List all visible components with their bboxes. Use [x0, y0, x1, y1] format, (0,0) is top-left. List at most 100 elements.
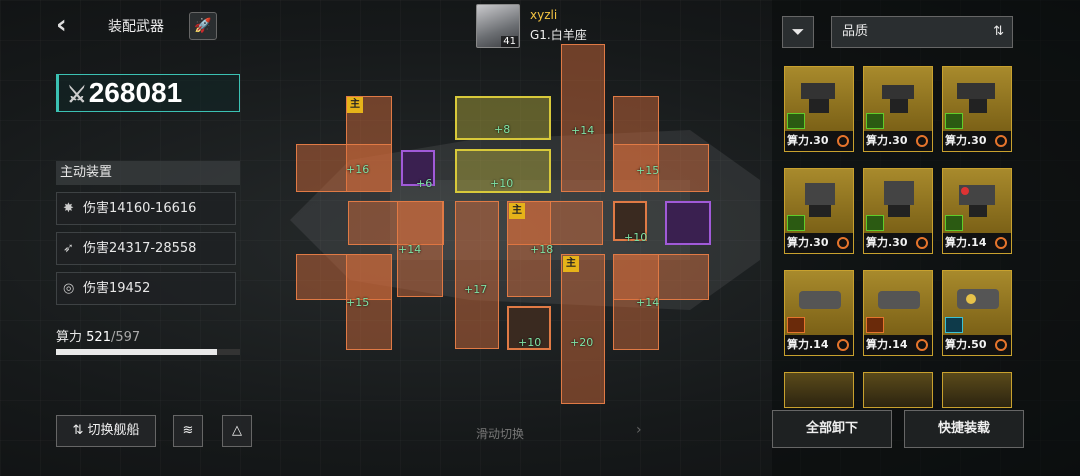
- player-rank: G1.白羊座: [530, 28, 587, 42]
- grade-icon: [866, 317, 884, 333]
- weapon-image: [791, 75, 849, 117]
- slot-bonus: +16: [346, 163, 370, 176]
- fleet-button[interactable]: △: [222, 415, 252, 447]
- player-level: 41: [501, 36, 518, 47]
- wave-icon: ≋: [182, 423, 194, 438]
- stat-text: 伤害24317-28558: [83, 241, 197, 256]
- switch-ship-button[interactable]: ⇅ 切换舰船: [56, 415, 156, 447]
- slot-bonus: +15: [346, 296, 370, 309]
- gear-icon: [995, 339, 1007, 351]
- grade-icon: [866, 113, 884, 129]
- weapon-slot[interactable]: [296, 144, 392, 192]
- weapon-slot[interactable]: [455, 201, 499, 349]
- gear-icon: [837, 237, 849, 249]
- inventory-card[interactable]: 算力.14: [942, 168, 1012, 254]
- slot-bonus: +6: [416, 177, 433, 190]
- inventory-card[interactable]: 算力.30: [863, 168, 933, 254]
- grade-icon: [945, 113, 963, 129]
- sort-select[interactable]: 品质 ⇅: [831, 16, 1013, 48]
- weapon-image: [949, 75, 1007, 117]
- slot-bonus: +10: [518, 336, 542, 349]
- triangle-icon: △: [232, 423, 242, 438]
- slot-bonus: +15: [636, 164, 660, 177]
- sort-toggle-icon: ⇅: [993, 24, 1004, 39]
- weapon-slot[interactable]: [613, 144, 709, 192]
- slot-bonus: +14: [571, 124, 595, 137]
- weapon-image: [949, 279, 1007, 321]
- capacity-label: 算力 521/597: [56, 330, 141, 345]
- slot-bonus: +8: [494, 123, 511, 136]
- module-slot[interactable]: [665, 201, 711, 245]
- rocket-icon: 🚀: [194, 18, 212, 34]
- grade-icon: [787, 317, 805, 333]
- player-name: xyzli: [530, 8, 558, 22]
- slot-bonus: +10: [490, 177, 514, 190]
- gear-icon: [995, 135, 1007, 147]
- weapon-image: [870, 177, 928, 219]
- quick-equip-button[interactable]: 快捷装载: [904, 410, 1024, 448]
- formation-button[interactable]: ≋: [173, 415, 203, 447]
- slot-bonus: +17: [464, 283, 488, 296]
- main-tag: 主: [563, 256, 579, 272]
- stat-row[interactable]: ◎ 伤害19452: [56, 272, 236, 305]
- stat-row[interactable]: ➶ 伤害24317-28558: [56, 232, 236, 265]
- weapon-image: [870, 279, 928, 321]
- grade-icon: [945, 215, 963, 231]
- active-devices-title: 主动装置: [56, 161, 240, 185]
- rocket-button[interactable]: 🚀: [189, 12, 217, 40]
- gear-icon: [995, 237, 1007, 249]
- inventory-card[interactable]: 算力.30: [863, 66, 933, 152]
- stat-row[interactable]: ✸ 伤害14160-16616: [56, 192, 236, 225]
- page-title: 装配武器: [108, 19, 164, 35]
- weapon-image: [791, 177, 849, 219]
- filter-button[interactable]: ⏷: [782, 16, 814, 48]
- slot-bonus: +10: [624, 231, 648, 244]
- inventory-card[interactable]: 算力.30: [784, 168, 854, 254]
- gear-icon: [916, 339, 928, 351]
- gear-icon: [916, 237, 928, 249]
- inventory-card[interactable]: [942, 372, 1012, 408]
- combat-power-value: 268081: [88, 77, 183, 108]
- chevron-right-icon[interactable]: ›: [636, 422, 642, 438]
- grade-icon: [787, 113, 805, 129]
- unload-all-button[interactable]: 全部卸下: [772, 410, 892, 448]
- inventory-card[interactable]: 算力.14: [863, 270, 933, 356]
- inventory-card[interactable]: 算力.30: [784, 66, 854, 152]
- main-tag: 主: [509, 203, 525, 219]
- inventory-card[interactable]: [863, 372, 933, 408]
- stat-text: 伤害14160-16616: [83, 201, 197, 216]
- slot-bonus: +18: [530, 243, 554, 256]
- inventory-card[interactable]: 算力.50: [942, 270, 1012, 356]
- slot-bonus: +14: [636, 296, 660, 309]
- weapon-slot[interactable]: [561, 254, 605, 404]
- inventory-card[interactable]: [784, 372, 854, 408]
- missile-cluster-icon: ✸: [63, 201, 74, 216]
- slot-bonus: +14: [398, 243, 422, 256]
- weapon-slot[interactable]: [561, 44, 605, 192]
- inventory-card[interactable]: 算力.30: [942, 66, 1012, 152]
- gear-icon: [916, 135, 928, 147]
- filter-icon: ⏷: [791, 22, 805, 41]
- stat-text: 伤害19452: [83, 281, 151, 296]
- inventory-card[interactable]: 算力.14: [784, 270, 854, 356]
- combat-power: ⚔268081: [56, 74, 240, 112]
- gear-icon: [837, 135, 849, 147]
- torpedo-icon: ➶: [63, 241, 74, 256]
- weapon-image: [791, 279, 849, 321]
- grade-icon: [787, 215, 805, 231]
- capacity-bar: [56, 349, 240, 355]
- main-tag: 主: [347, 97, 363, 113]
- back-icon[interactable]: ‹: [56, 10, 78, 40]
- weapon-image: [870, 75, 928, 117]
- swap-icon: ⇅: [72, 423, 88, 438]
- grade-icon: [866, 215, 884, 231]
- plasma-ring-icon: ◎: [63, 281, 75, 296]
- capacity-fill: [56, 349, 217, 355]
- weapon-image: [949, 177, 1007, 219]
- avatar[interactable]: 41: [476, 4, 520, 48]
- grade-icon: [945, 317, 963, 333]
- gear-icon: [837, 339, 849, 351]
- crossed-swords-icon: ⚔: [67, 82, 87, 107]
- slide-switch-hint: 滑动切换: [476, 427, 525, 441]
- slot-bonus: +20: [570, 336, 594, 349]
